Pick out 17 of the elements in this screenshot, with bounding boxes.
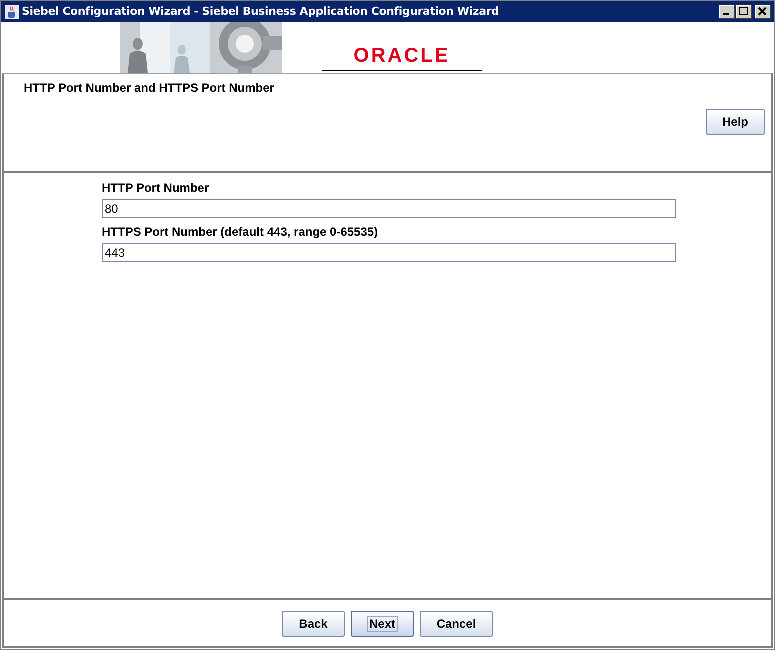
window-title: Siebel Configuration Wizard - Siebel Business Application Configuration Wizard — [22, 5, 500, 18]
step-title: HTTP Port Number and HTTPS Port Number — [24, 81, 276, 95]
nav-button[interactable]: Cancel — [420, 610, 493, 636]
minimize-button[interactable] — [719, 4, 735, 18]
cup-icon — [5, 4, 19, 18]
input-field[interactable]: 443 — [102, 243, 676, 262]
close-icon — [758, 7, 768, 16]
field-label: HTTPS Port Number (default 443, range 0-65535) — [102, 225, 380, 239]
field-label: HTTP Port Number — [102, 181, 210, 195]
help-button[interactable]: Help — [706, 109, 765, 135]
maximize-button[interactable] — [736, 4, 752, 18]
nav-button[interactable]: Next — [351, 610, 414, 636]
input-field[interactable]: 80 — [102, 199, 676, 218]
maximize-icon — [739, 7, 749, 16]
oracle-logo: ORACLE — [322, 46, 482, 71]
close-button[interactable] — [755, 4, 771, 18]
nav-button[interactable]: Back — [282, 610, 345, 636]
